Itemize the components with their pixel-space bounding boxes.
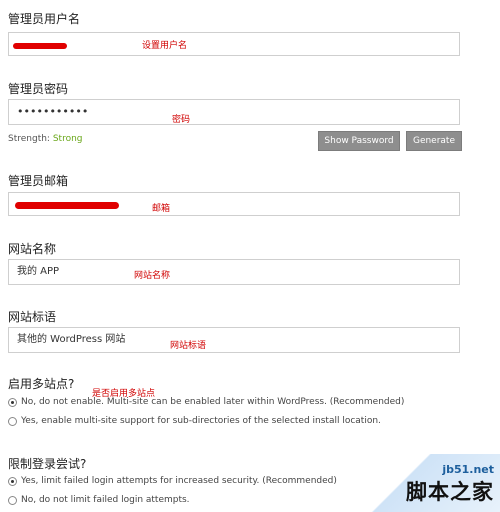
email-annotation: 邮箱 — [152, 204, 171, 214]
email-label: 管理员邮箱 — [8, 174, 69, 188]
redaction-mark — [15, 202, 119, 209]
site-tagline-annotation: 网站标语 — [170, 341, 207, 351]
generate-button[interactable]: Generate — [406, 131, 462, 151]
option-label: No, do not limit failed login attempts. — [21, 495, 190, 505]
watermark-logo: 脚本之家 — [406, 480, 494, 504]
site-name-label: 网站名称 — [8, 242, 57, 256]
redaction-mark — [13, 43, 67, 49]
username-annotation: 设置用户名 — [142, 41, 188, 51]
email-input[interactable] — [8, 192, 460, 216]
multisite-option-yes[interactable]: Yes, enable multi-site support for sub-d… — [8, 416, 381, 426]
option-label: Yes, limit failed login attempts for inc… — [21, 476, 337, 486]
watermark-site: jb51.net — [442, 463, 494, 476]
strength-label: Strength: — [8, 134, 50, 144]
option-label: No, do not enable. Multi-site can be ena… — [21, 397, 405, 407]
multisite-label: 启用多站点? — [8, 377, 75, 391]
strength-value: Strong — [52, 134, 83, 144]
radio-button[interactable] — [8, 416, 17, 426]
password-strength: Strength: Strong — [8, 134, 83, 144]
password-label: 管理员密码 — [8, 82, 69, 96]
site-tagline-input[interactable]: 其他的 WordPress 网站 — [8, 327, 460, 353]
radio-button[interactable] — [8, 495, 17, 505]
site-name-annotation: 网站名称 — [134, 271, 171, 281]
password-input[interactable]: ••••••••••• — [8, 99, 460, 125]
site-name-input[interactable]: 我的 APP — [8, 259, 460, 285]
login-limit-option-no[interactable]: No, do not limit failed login attempts. — [8, 495, 190, 505]
login-limit-option-yes[interactable]: Yes, limit failed login attempts for inc… — [8, 476, 337, 486]
radio-button[interactable] — [8, 476, 17, 486]
site-tagline-label: 网站标语 — [8, 310, 57, 324]
show-password-button[interactable]: Show Password — [318, 131, 400, 151]
username-input[interactable] — [8, 32, 460, 56]
multisite-option-no[interactable]: No, do not enable. Multi-site can be ena… — [8, 397, 404, 407]
password-annotation: 密码 — [172, 115, 191, 125]
username-label: 管理员用户名 — [8, 12, 81, 26]
login-limit-label: 限制登录尝试? — [8, 457, 87, 471]
option-label: Yes, enable multi-site support for sub-d… — [21, 416, 381, 426]
radio-button[interactable] — [8, 397, 17, 407]
